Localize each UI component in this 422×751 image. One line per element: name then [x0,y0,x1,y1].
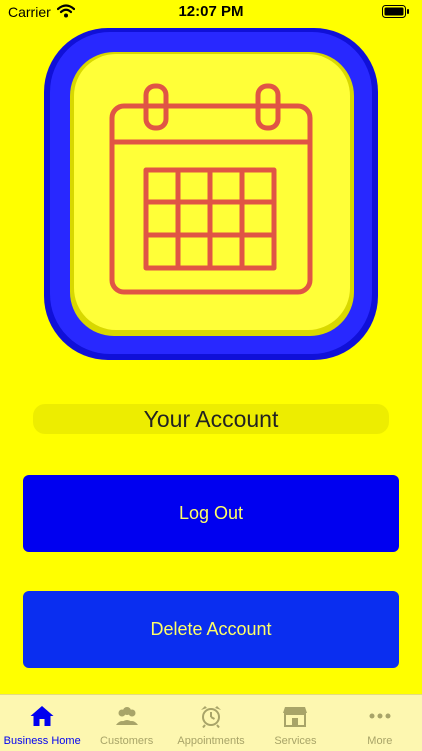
alarm-clock-icon [201,706,222,728]
battery-icon [382,5,410,23]
tab-services[interactable]: Services [253,695,337,751]
delete-account-button[interactable]: Delete Account [23,591,399,668]
storefront-icon [283,707,308,727]
tab-business-home[interactable]: Business Home [0,695,84,751]
calendar-logo [40,24,382,364]
people-icon [115,707,138,725]
tab-bar: Business Home Customers Appointments Ser… [0,694,422,751]
status-bar: Carrier 12:07 PM [0,0,422,24]
tab-more[interactable]: More [338,695,422,751]
tab-label: Appointments [177,735,245,747]
tab-label: Business Home [3,735,81,747]
house-icon [30,706,54,726]
tab-appointments[interactable]: Appointments [169,695,253,751]
status-time: 12:07 PM [178,3,244,20]
tab-label: Services [274,735,317,747]
account-title-label: Your Account [143,405,279,432]
tab-label: More [367,735,393,747]
ellipsis-icon [369,713,391,719]
tab-label: Customers [100,735,154,747]
account-title: Your Account [33,404,389,434]
logout-button[interactable]: Log Out [23,475,399,552]
tab-customers[interactable]: Customers [84,695,168,751]
